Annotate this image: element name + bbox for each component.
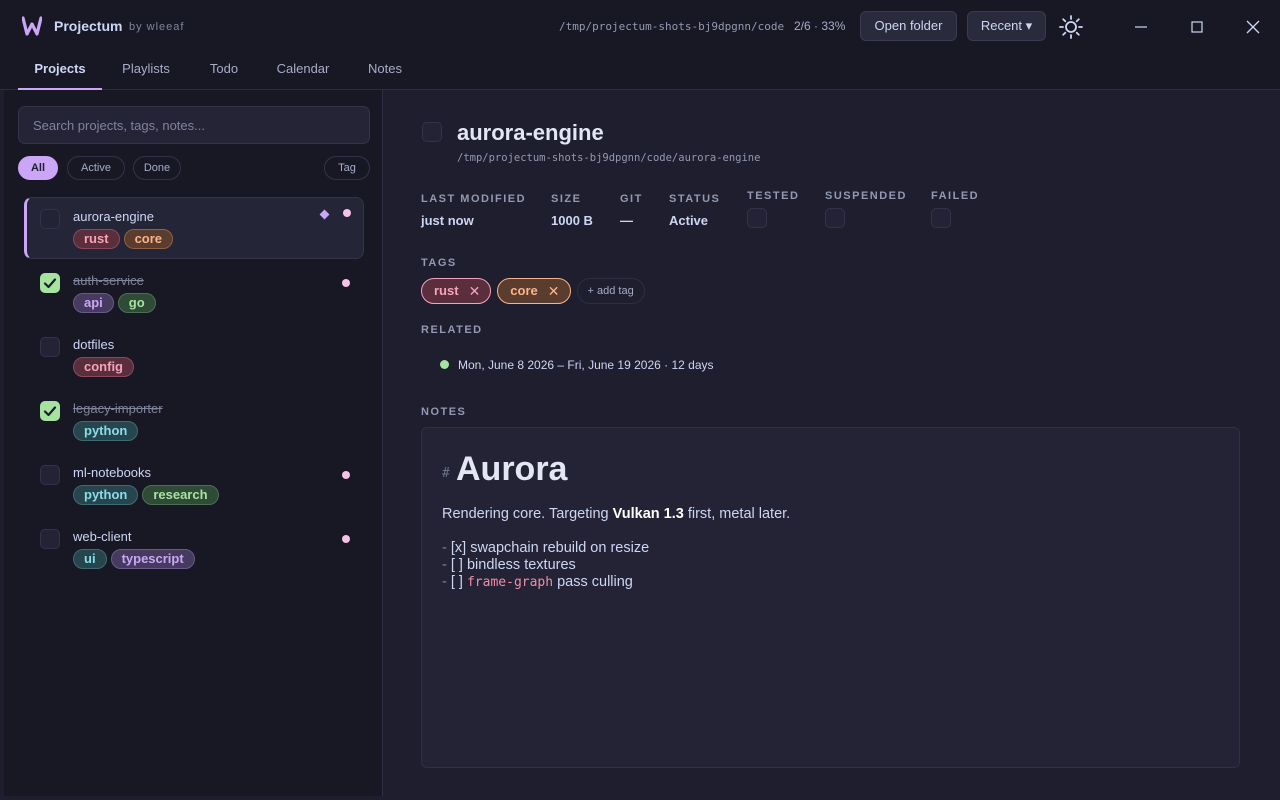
tag-chip[interactable]: rust [73,229,120,249]
tab-playlists[interactable]: Playlists [112,52,180,88]
check-icon [43,406,57,417]
related-status-dot-icon [440,360,449,369]
project-sidebar: All Active Done Tag aurora-engine rust c… [4,90,383,796]
tag-chip[interactable]: python [73,485,139,505]
project-checkbox[interactable] [40,337,60,357]
project-item-aurora-engine[interactable]: aurora-engine rust core [24,197,364,259]
remove-tag-icon[interactable]: ✕ [548,279,560,303]
tested-checkbox[interactable] [747,208,767,228]
git-value: — [620,213,633,228]
sun-icon[interactable] [1058,14,1084,40]
status-dot-icon [342,535,350,543]
filter-active[interactable]: Active [67,156,125,180]
tag-core[interactable]: core ✕ [497,278,571,304]
project-checkbox[interactable] [40,209,60,229]
tag-chip[interactable]: api [73,293,114,313]
project-name: auth-service [73,273,144,288]
notes-task-line: - [ ] frame-graph pass culling [442,574,633,590]
project-title: aurora-engine [457,120,604,145]
notes-paragraph: Rendering core. Targeting Vulkan 1.3 fir… [442,506,791,522]
filter-tag[interactable]: Tag [324,156,370,180]
tab-todo[interactable]: Todo [199,52,249,88]
project-item-web-client[interactable]: web-client ui typescript [24,517,364,579]
recent-dropdown-button[interactable]: Recent ▾ [967,11,1046,41]
failed-label: FAILED [931,190,980,202]
tested-label: TESTED [747,190,800,202]
project-name: web-client [73,529,132,544]
project-name: legacy-importer [73,401,163,416]
workspace-path: /tmp/projectum-shots-bj9dpgnn/code [559,20,785,33]
inline-code: frame-graph [466,575,554,590]
git-label: GIT [620,193,643,205]
last-modified-label: LAST MODIFIED [421,193,527,205]
tag-label: rust [434,283,459,298]
app-author: by wleeaf [129,21,185,33]
project-item-legacy-importer[interactable]: legacy-importer python [24,389,364,451]
check-icon [43,278,57,289]
status-label: STATUS [669,193,721,205]
project-checkbox[interactable] [40,401,60,421]
last-modified-value: just now [421,213,474,228]
heading-marker: # [442,466,450,481]
tag-chip[interactable]: core [123,229,174,249]
suspended-checkbox[interactable] [825,208,845,228]
app-logo-icon [22,16,42,36]
tab-projects[interactable]: Projects [18,52,102,90]
notes-label: NOTES [421,406,467,418]
tab-calendar[interactable]: Calendar [268,52,338,88]
close-icon[interactable] [1240,14,1266,40]
title-bar: Projectum by wleeaf /tmp/projectum-shots… [0,0,1280,52]
notes-editor[interactable]: # Aurora Rendering core. Targeting Vulka… [421,427,1240,768]
project-done-checkbox[interactable] [422,122,442,142]
status-dot-icon [343,209,351,217]
tag-chip[interactable]: research [142,485,219,505]
notes-task-line: - [x] swapchain rebuild on resize [442,540,650,556]
tag-chip[interactable]: config [73,357,134,377]
size-label: SIZE [551,193,582,205]
minimize-icon[interactable] [1128,14,1154,40]
related-date-range[interactable]: Mon, June 8 2026 – Fri, June 19 2026 · 1… [458,358,714,372]
tag-chip[interactable]: python [73,421,139,441]
project-checkbox[interactable] [40,273,60,293]
tag-chip[interactable]: ui [73,549,107,569]
suspended-label: SUSPENDED [825,190,907,202]
failed-checkbox[interactable] [931,208,951,228]
project-item-auth-service[interactable]: auth-service api go [24,261,364,323]
remove-tag-icon[interactable]: ✕ [469,279,481,303]
filter-all[interactable]: All [18,156,58,180]
tags-label: TAGS [421,257,457,269]
project-checkbox[interactable] [40,465,60,485]
notes-heading: Aurora [456,450,568,488]
project-detail: aurora-engine /tmp/projectum-shots-bj9dp… [385,90,1280,796]
diamond-icon [319,209,330,220]
maximize-icon[interactable] [1184,14,1210,40]
tag-list: rust ✕ core ✕ + add tag [421,278,645,304]
add-tag-button[interactable]: + add tag [576,278,645,304]
search-input[interactable] [18,106,370,144]
project-path: /tmp/projectum-shots-bj9dpgnn/code/auror… [457,152,761,164]
tab-bar: Projects Playlists Todo Calendar Notes [0,52,1280,90]
project-item-dotfiles[interactable]: dotfiles config [24,325,364,387]
tag-chip[interactable]: typescript [110,549,195,569]
status-dot-icon [342,471,350,479]
related-label: RELATED [421,324,483,336]
status-value: Active [669,213,709,228]
notes-task-line: - [ ] bindless textures [442,557,576,573]
project-item-ml-notebooks[interactable]: ml-notebooks python research [24,453,364,515]
project-checkbox[interactable] [40,529,60,549]
tag-label: core [510,283,538,298]
project-name: dotfiles [73,337,115,352]
tab-notes[interactable]: Notes [357,52,413,88]
filter-done[interactable]: Done [133,156,181,180]
status-dot-icon [342,279,350,287]
open-folder-button[interactable]: Open folder [860,11,957,41]
project-name: aurora-engine [73,209,154,224]
app-title: Projectum [54,18,123,34]
progress-readout: 2/6 · 33% [794,19,846,33]
tag-rust[interactable]: rust ✕ [421,278,492,304]
project-name: ml-notebooks [73,465,152,480]
tag-chip[interactable]: go [117,293,156,313]
size-value: 1000 B [551,213,593,228]
